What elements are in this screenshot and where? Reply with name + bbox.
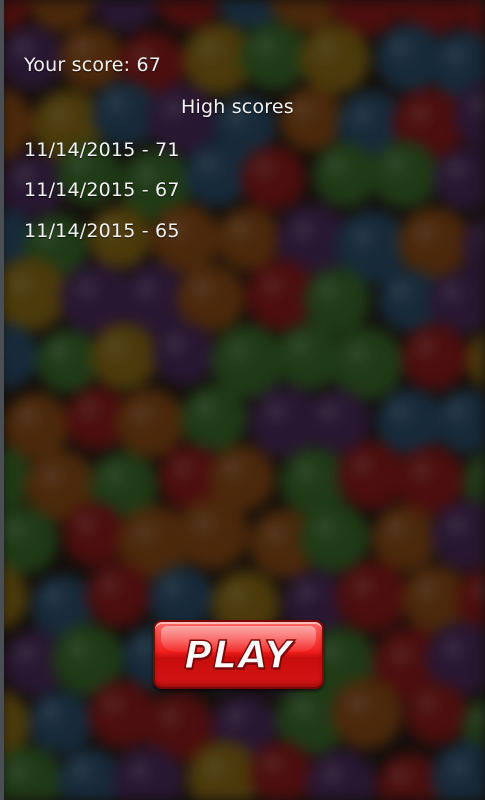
left-edge-strip <box>0 0 4 800</box>
game-over-screen: Your score: 67 High scores 11/14/2015 - … <box>0 0 485 800</box>
play-button-label: PLAY <box>183 632 293 678</box>
play-button[interactable]: PLAY <box>153 620 324 689</box>
high-scores-title: High scores <box>181 96 294 118</box>
high-score-entry-1: 11/14/2015 - 71 <box>24 139 180 161</box>
high-score-entry-3: 11/14/2015 - 65 <box>24 220 180 242</box>
your-score-text: Your score: 67 <box>24 54 162 76</box>
high-score-entry-2: 11/14/2015 - 67 <box>24 179 180 201</box>
